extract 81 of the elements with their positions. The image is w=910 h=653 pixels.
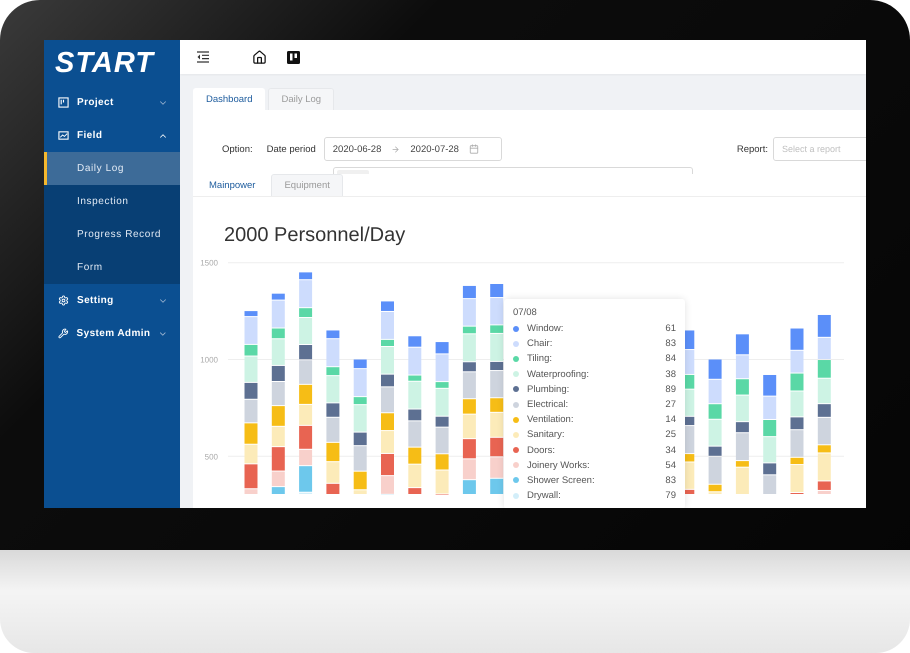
bar-segment [490, 457, 504, 478]
board-icon[interactable] [287, 50, 300, 64]
tooltip-value: 89 [665, 384, 676, 395]
sidebar-item[interactable]: Setting [44, 284, 180, 317]
chart-title: 2000 Personnel/Day [223, 223, 406, 248]
bar-segment [244, 423, 258, 444]
bar-segment [381, 431, 394, 453]
submenu-item[interactable]: Form [44, 251, 180, 284]
bar-segment [763, 396, 776, 419]
tooltip-value: 79 [665, 490, 676, 502]
bar-segment [818, 360, 831, 378]
y-axis-label: 1000 [200, 356, 218, 364]
tooltip-label: Waterproofing: [527, 368, 589, 380]
tooltip-label: Sanitary: [527, 429, 564, 440]
date-period-label: Date period [266, 144, 316, 154]
submenu-item[interactable]: Progress Record [44, 218, 180, 251]
chart-icon [58, 130, 69, 141]
start-date: 2020-06-28 [332, 144, 382, 154]
bar-segment [818, 314, 831, 337]
y-axis-label: 1500 [200, 258, 218, 268]
bar-segment [244, 444, 258, 464]
home-icon[interactable] [252, 50, 267, 64]
tooltip-label: Doors: [527, 444, 555, 456]
bar-segment [244, 400, 258, 422]
submenu-item[interactable]: Daily Log [44, 152, 180, 185]
bar-segment [736, 334, 749, 354]
bar-segment [381, 454, 394, 476]
settings-icon [58, 295, 69, 306]
bar-segment [490, 478, 504, 494]
bar-segment [326, 442, 340, 462]
tooltip-label: Joinery Works: [527, 460, 590, 471]
tooltip-label: Chair: [527, 338, 552, 350]
tooltip-value: 38 [665, 368, 676, 380]
calendar-icon [468, 144, 479, 154]
bar-segment [272, 406, 285, 426]
arrow-right-icon [391, 144, 400, 154]
end-date: 2020-07-28 [410, 144, 459, 154]
report-label: Report: [736, 144, 768, 154]
bar-segment [299, 404, 312, 425]
bar-segment [763, 375, 776, 396]
tooltip-label: Shower Screen: [527, 474, 595, 486]
wrench-icon [58, 328, 69, 339]
y-axis-label: 500 [204, 452, 218, 462]
tooltip-value: 83 [665, 474, 676, 486]
tooltip-label: Electrical: [527, 399, 568, 410]
tooltip-value: 83 [665, 338, 676, 350]
tooltip-value: 54 [665, 460, 676, 471]
tooltip-value: 27 [665, 399, 676, 410]
bar-segment [790, 350, 804, 373]
submenu-item[interactable]: Inspection [44, 185, 180, 218]
bar-segment [299, 384, 312, 404]
sidebar-item[interactable]: System Admin [44, 317, 180, 350]
logo: START [54, 46, 156, 80]
tooltip-label: Plumbing: [527, 384, 570, 395]
tab[interactable]: Dashboard [193, 88, 266, 110]
date-range-picker[interactable]: 2020-06-28 2020-07-28 [324, 137, 502, 161]
option-label: Option: [222, 144, 253, 154]
tooltip-value: 34 [665, 444, 676, 456]
sidebar-item[interactable]: Field [44, 119, 180, 152]
tooltip-label: Ventilation: [527, 414, 574, 426]
sidebar-item[interactable]: Project [44, 86, 180, 119]
tooltip-date: 07/08 [513, 307, 538, 318]
menu-label: Field [77, 130, 104, 141]
menu-label: Setting [77, 295, 115, 306]
tooltip-value: 61 [665, 323, 676, 334]
bar-segment [490, 438, 504, 456]
tooltip-label: Drywall: [527, 490, 561, 502]
menu-fold-icon[interactable] [196, 51, 210, 63]
tooltip-value: 84 [665, 353, 676, 364]
tooltip-value: 25 [665, 429, 676, 440]
bar-segment [272, 426, 285, 446]
bar-segment [708, 360, 722, 379]
bar-segment [462, 439, 476, 458]
menu-label: Project [77, 97, 115, 108]
board-icon [58, 97, 69, 108]
tooltip-label: Window: [527, 323, 564, 334]
bar-segment [790, 328, 804, 350]
tooltip-value: 14 [665, 414, 676, 426]
tooltip-label: Tiling: [527, 353, 552, 364]
menu-label: System Admin [76, 328, 150, 339]
bar-segment [818, 338, 831, 360]
